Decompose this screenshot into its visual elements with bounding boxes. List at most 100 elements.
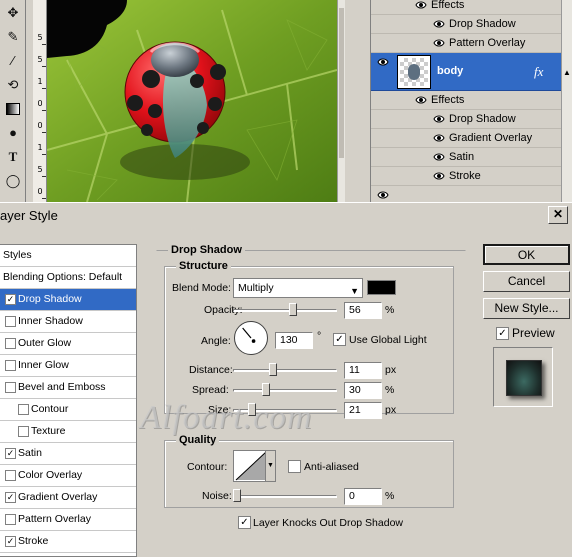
layer-thumbnail xyxy=(397,55,431,89)
eye-icon[interactable] xyxy=(433,38,445,48)
style-item-color-overlay[interactable]: Color Overlay xyxy=(0,465,136,487)
style-checkbox[interactable]: ✓ xyxy=(5,294,16,305)
layer-effect-item[interactable]: Pattern Overlay xyxy=(371,34,561,53)
style-checkbox[interactable] xyxy=(5,360,16,371)
layer-effect-item[interactable]: Satin xyxy=(371,148,561,167)
style-checkbox[interactable] xyxy=(5,338,16,349)
move-tool-icon[interactable]: ✥ xyxy=(3,4,23,22)
style-checkbox[interactable] xyxy=(18,404,29,415)
layer-row-label: Effects xyxy=(431,94,465,106)
ruler-number: 5 xyxy=(37,55,43,64)
layer-effect-item[interactable]: Stroke xyxy=(371,167,561,186)
distance-slider-thumb[interactable] xyxy=(269,363,277,376)
close-icon[interactable]: ✕ xyxy=(548,206,568,224)
style-item-label: Gradient Overlay xyxy=(18,491,98,503)
contour-picker[interactable]: ▼ xyxy=(233,450,276,482)
opacity-input[interactable]: 56 xyxy=(344,302,382,319)
layer-effect-item[interactable]: Drop Shadow xyxy=(371,110,561,129)
layer-row-body[interactable]: body fx xyxy=(371,53,561,91)
layers-scrollbar[interactable]: ▲ xyxy=(561,0,572,202)
layer-row-label: Pattern Overlay xyxy=(449,37,526,49)
history-brush-tool-icon[interactable]: ⟲ xyxy=(3,76,23,94)
brush-tool-icon[interactable]: ⁄ xyxy=(3,52,23,70)
type-tool-icon[interactable]: T xyxy=(3,148,23,166)
section-title: Drop Shadow xyxy=(168,244,245,256)
style-checkbox[interactable]: ✓ xyxy=(5,448,16,459)
document-canvas[interactable] xyxy=(47,0,337,202)
eye-icon[interactable] xyxy=(415,0,427,10)
fx-icon[interactable]: fx xyxy=(534,64,543,80)
eye-icon[interactable] xyxy=(377,57,389,67)
layer-knocks-out-checkbox[interactable]: ✓ xyxy=(238,516,251,529)
style-item-label: Contour xyxy=(31,403,69,415)
angle-dial[interactable] xyxy=(233,320,269,356)
preview-label: Preview xyxy=(512,326,555,340)
angle-label: Angle: xyxy=(201,335,231,347)
toolbox: ✥ ✎ ⁄ ⟲ ● T ◯ xyxy=(0,0,26,202)
blend-mode-select[interactable]: Multiply ▼ xyxy=(233,278,363,298)
use-global-light-checkbox[interactable]: ✓ xyxy=(333,333,346,346)
spread-slider-thumb[interactable] xyxy=(262,383,270,396)
noise-slider-thumb[interactable] xyxy=(233,489,241,502)
noise-slider-track[interactable] xyxy=(233,495,337,498)
style-item-outer-glow[interactable]: Outer Glow xyxy=(0,333,136,355)
new-style-button[interactable]: New Style... xyxy=(483,298,570,319)
style-checkbox[interactable] xyxy=(18,426,29,437)
anti-aliased-checkbox[interactable] xyxy=(288,460,301,473)
angle-input[interactable]: 130 xyxy=(275,332,313,349)
layer-effects-row[interactable]: Effects xyxy=(371,0,561,15)
style-item-label: Satin xyxy=(18,447,42,459)
style-checkbox[interactable] xyxy=(5,470,16,481)
dodge-tool-icon[interactable]: ● xyxy=(3,124,23,142)
style-item-drop-shadow[interactable]: ✓ Drop Shadow xyxy=(0,289,136,311)
style-checkbox[interactable]: ✓ xyxy=(5,536,16,547)
shadow-color-swatch[interactable] xyxy=(367,280,396,295)
style-item-label: Inner Shadow xyxy=(18,315,83,327)
eye-icon[interactable] xyxy=(433,114,445,124)
style-checkbox[interactable] xyxy=(5,382,16,393)
layer-effect-item[interactable]: Gradient Overlay xyxy=(371,129,561,148)
distance-slider-track[interactable] xyxy=(233,369,337,372)
scroll-up-icon[interactable]: ▲ xyxy=(563,68,571,77)
layer-effects-row[interactable]: Effects xyxy=(371,91,561,110)
opacity-slider-track[interactable] xyxy=(233,309,337,312)
preview-checkbox[interactable]: ✓ xyxy=(496,327,509,340)
style-item-blending-options-default[interactable]: Blending Options: Default xyxy=(0,267,136,289)
eye-icon[interactable] xyxy=(433,19,445,29)
style-item-gradient-overlay[interactable]: ✓ Gradient Overlay xyxy=(0,487,136,509)
gradient-tool-icon[interactable] xyxy=(3,100,23,118)
chevron-down-icon[interactable]: ▼ xyxy=(265,451,275,481)
spread-input[interactable]: 30 xyxy=(344,382,382,399)
style-item-texture[interactable]: Texture xyxy=(0,421,136,443)
canvas-vertical-scrollbar[interactable] xyxy=(337,0,345,202)
style-checkbox[interactable] xyxy=(5,316,16,327)
style-item-inner-shadow[interactable]: Inner Shadow xyxy=(0,311,136,333)
opacity-slider-thumb[interactable] xyxy=(289,303,297,316)
spread-slider-track[interactable] xyxy=(233,389,337,392)
eye-icon[interactable] xyxy=(433,171,445,181)
ok-button[interactable]: OK xyxy=(483,244,570,265)
style-item-pattern-overlay[interactable]: Pattern Overlay xyxy=(0,509,136,531)
style-item-satin[interactable]: ✓ Satin xyxy=(0,443,136,465)
dialog-titlebar[interactable]: ayer Style ✕ xyxy=(0,202,572,227)
noise-input[interactable]: 0 xyxy=(344,488,382,505)
ellipse-tool-icon[interactable]: ◯ xyxy=(3,172,23,190)
layer-effect-item[interactable]: Drop Shadow xyxy=(371,15,561,34)
spread-unit: % xyxy=(385,384,395,396)
style-checkbox[interactable]: ✓ xyxy=(5,492,16,503)
eyedropper-tool-icon[interactable]: ✎ xyxy=(3,28,23,46)
eye-icon[interactable] xyxy=(377,190,389,200)
style-item-inner-glow[interactable]: Inner Glow xyxy=(0,355,136,377)
distance-input[interactable]: 11 xyxy=(344,362,382,379)
layer-row-label: body xyxy=(437,65,464,77)
eye-icon[interactable] xyxy=(433,152,445,162)
style-item-styles[interactable]: Styles xyxy=(0,245,136,267)
eye-icon[interactable] xyxy=(433,133,445,143)
style-item-stroke[interactable]: ✓ Stroke xyxy=(0,531,136,553)
style-item-bevel-and-emboss[interactable]: Bevel and Emboss xyxy=(0,377,136,399)
eye-icon[interactable] xyxy=(415,95,427,105)
cancel-button[interactable]: Cancel xyxy=(483,271,570,292)
style-item-contour[interactable]: Contour xyxy=(0,399,136,421)
style-checkbox[interactable] xyxy=(5,514,16,525)
ruler-number: 1 xyxy=(37,143,43,152)
